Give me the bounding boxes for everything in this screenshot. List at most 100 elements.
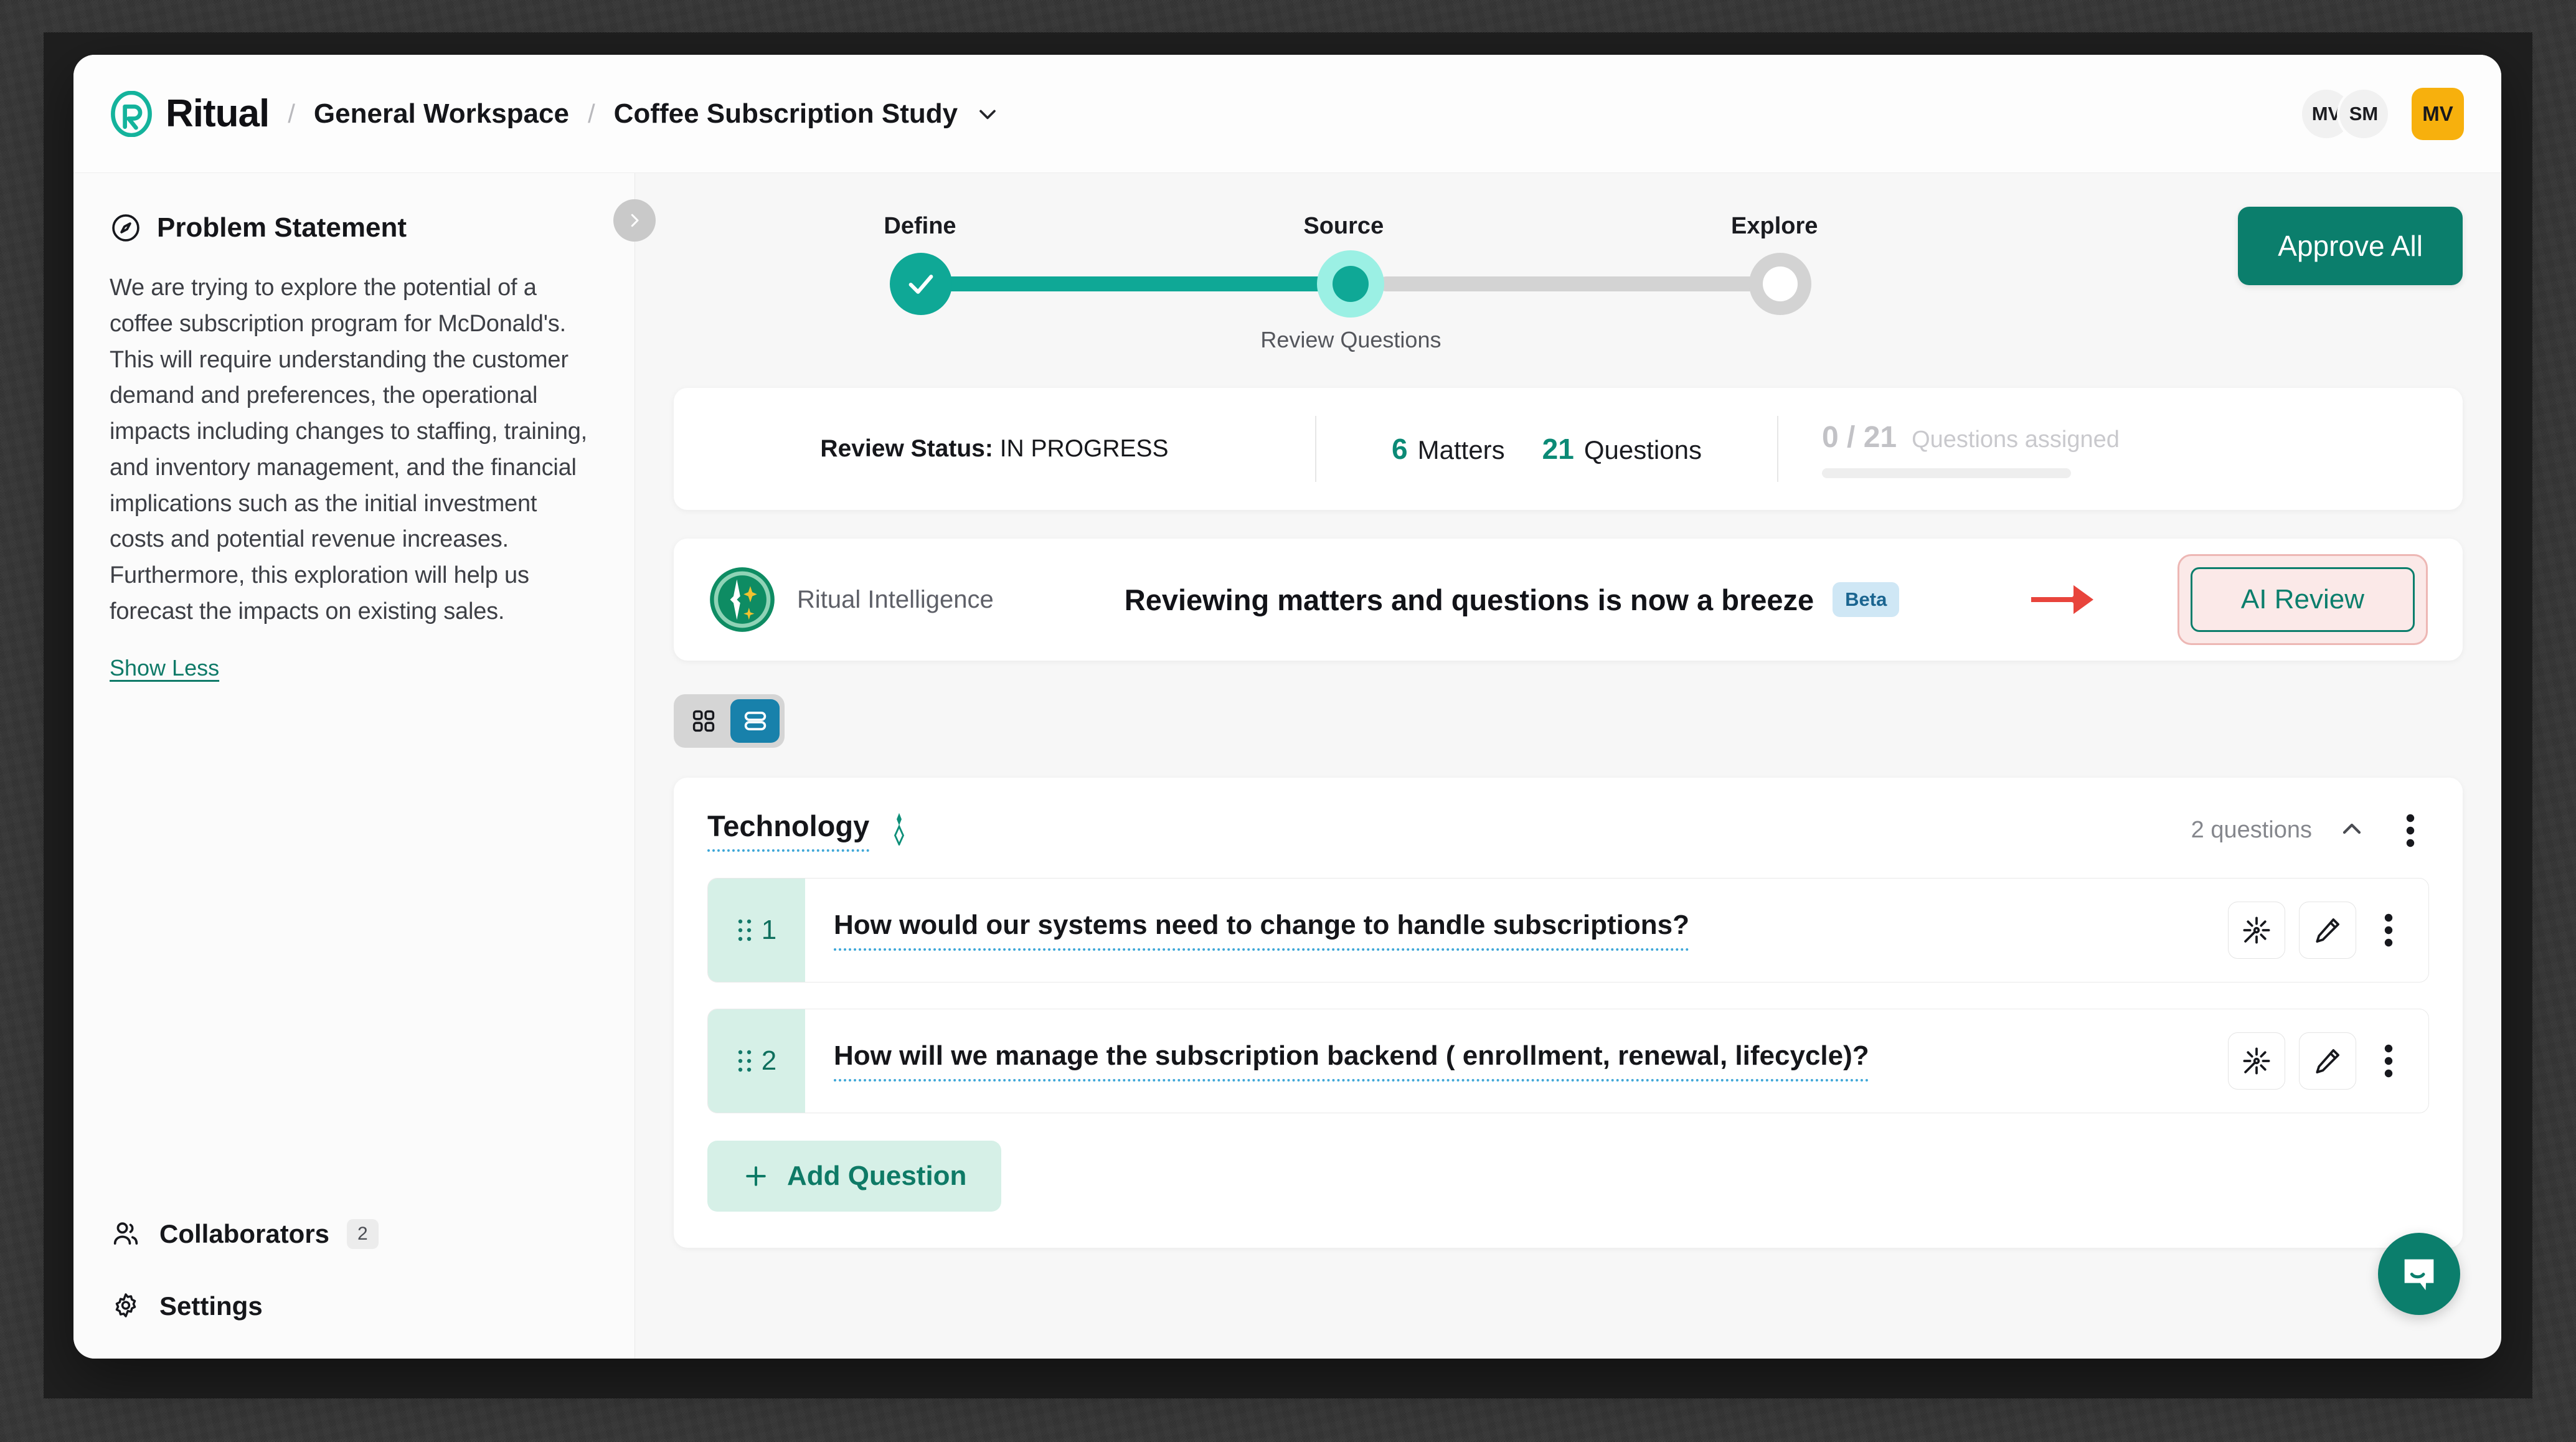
- top-navigation-bar: Ritual / General Workspace / Coffee Subs…: [73, 55, 2501, 173]
- sidebar-item-collaborators[interactable]: Collaborators 2: [110, 1218, 597, 1250]
- ai-generate-button[interactable]: [2228, 902, 2285, 959]
- ai-review-banner: Ritual Intelligence Reviewing matters an…: [674, 539, 2463, 661]
- chevron-up-icon: [2342, 823, 2361, 834]
- stepper-labels: Define Source Explore: [884, 213, 1818, 240]
- ai-headline: Reviewing matters and questions is now a…: [1124, 583, 1814, 616]
- stepper-track: [884, 250, 1818, 318]
- question-number: 1: [761, 915, 777, 945]
- check-icon: [909, 275, 933, 294]
- gear-icon: [115, 1293, 136, 1317]
- drag-handle-icon[interactable]: [737, 917, 753, 944]
- ai-generate-button[interactable]: [2228, 1032, 2285, 1090]
- question-text[interactable]: How would our systems need to change to …: [834, 910, 1689, 951]
- stepper-label-source[interactable]: Source: [1303, 213, 1384, 240]
- list-view-icon: [744, 712, 766, 730]
- table-row[interactable]: 1 How would our systems need to change t…: [707, 878, 2429, 983]
- question-number-cell: 2: [708, 1009, 805, 1113]
- sidebar-item-label: Collaborators: [159, 1219, 330, 1248]
- top-bar-right-group: MV SM MV: [2300, 87, 2464, 141]
- add-question-label: Add Question: [787, 1161, 967, 1191]
- ritual-logo-icon: [111, 90, 152, 137]
- matters-metric: 6 Matters: [1392, 432, 1505, 466]
- ai-review-button[interactable]: AI Review: [2190, 567, 2415, 632]
- compass-icon: [112, 214, 139, 242]
- progress-stepper: Define Source Explore Review Questions: [884, 207, 1818, 353]
- questions-panel-header: Technology 2 questions: [707, 809, 2429, 852]
- question-text-cell[interactable]: How would our systems need to change to …: [805, 879, 2228, 982]
- ai-review-highlight-box: AI Review: [2177, 554, 2428, 645]
- user-avatar[interactable]: MV: [2412, 87, 2464, 140]
- review-status-label: Review Status:: [820, 435, 993, 462]
- assigned-row: 0 / 21 Questions assigned: [1822, 420, 2120, 455]
- questions-label: Questions: [1583, 435, 1702, 464]
- problem-statement-text: We are trying to explore the potential o…: [110, 275, 588, 624]
- breadcrumb-separator-2: /: [587, 98, 595, 128]
- stepper-track-complete: [921, 276, 1329, 291]
- breadcrumb-workspace[interactable]: General Workspace: [314, 98, 569, 130]
- brand-logo-link[interactable]: Ritual: [108, 90, 270, 137]
- kebab-menu-icon: [2384, 1044, 2393, 1078]
- sparkle-icon: [894, 813, 905, 847]
- edit-question-button[interactable]: [2299, 902, 2356, 959]
- list-view-button[interactable]: [730, 699, 780, 743]
- stepper-node-source[interactable]: [1317, 250, 1385, 318]
- category-title[interactable]: Technology: [707, 809, 870, 852]
- sidebar-bottom-nav: Collaborators 2 Settings: [110, 1178, 597, 1359]
- questions-assigned-segment: 0 / 21 Questions assigned: [1778, 420, 2463, 478]
- questions-metric: 21 Questions: [1542, 432, 1702, 466]
- show-less-link[interactable]: Show Less: [110, 655, 219, 681]
- grid-view-button[interactable]: [679, 699, 728, 743]
- collaborator-avatar-stack[interactable]: MV SM: [2300, 87, 2390, 141]
- review-status-card: Review Status: IN PROGRESS 6 Matters 21 …: [674, 388, 2463, 510]
- sidebar-item-label: Settings: [159, 1291, 263, 1321]
- page-title: Problem Statement: [157, 212, 407, 243]
- assigned-count: 0 / 21: [1822, 420, 1897, 454]
- stepper-label-explore[interactable]: Explore: [1731, 213, 1818, 240]
- ritual-intelligence-icon: [710, 567, 775, 632]
- sidebar-item-settings[interactable]: Settings: [110, 1290, 597, 1322]
- stepper-row: Define Source Explore Review Questions A…: [674, 207, 2463, 353]
- assigned-label: Questions assigned: [1912, 426, 2120, 453]
- plus-icon: [746, 1166, 766, 1186]
- study-dropdown-button[interactable]: [974, 100, 1001, 128]
- app-body: Problem Statement We are trying to explo…: [73, 173, 2501, 1359]
- magic-wand-icon: [2243, 1047, 2270, 1075]
- stepper-label-define[interactable]: Define: [884, 213, 956, 240]
- drag-handle-icon[interactable]: [737, 1047, 753, 1075]
- question-menu-button[interactable]: [2370, 913, 2407, 948]
- question-text[interactable]: How will we manage the subscription back…: [834, 1040, 1869, 1082]
- stepper-node-explore[interactable]: [1749, 253, 1812, 315]
- category-ai-button[interactable]: [885, 812, 913, 849]
- stepper-track-incomplete: [1379, 276, 1781, 291]
- table-row[interactable]: 2 How will we manage the subscription ba…: [707, 1009, 2429, 1113]
- section-menu-button[interactable]: [2392, 813, 2429, 848]
- question-menu-button[interactable]: [2370, 1044, 2407, 1078]
- stepper-node-define[interactable]: [890, 253, 953, 315]
- avatar[interactable]: SM: [2337, 87, 2390, 141]
- kebab-menu-icon: [2384, 913, 2393, 947]
- review-status-value: IN PROGRESS: [999, 435, 1169, 462]
- question-text-cell[interactable]: How will we manage the subscription back…: [805, 1009, 2228, 1113]
- beta-badge: Beta: [1833, 582, 1900, 617]
- add-question-button[interactable]: Add Question: [707, 1141, 1002, 1212]
- review-status-segment: Review Status: IN PROGRESS: [674, 435, 1315, 463]
- edit-question-button[interactable]: [2299, 1032, 2356, 1090]
- questions-count: 21: [1542, 433, 1574, 465]
- assigned-progress-bar: [1822, 468, 2071, 478]
- review-status-text: Review Status: IN PROGRESS: [820, 435, 1168, 463]
- kebab-menu-icon: [2406, 814, 2415, 847]
- collapse-section-button[interactable]: [2337, 814, 2367, 847]
- approve-all-button[interactable]: Approve All: [2238, 207, 2463, 285]
- question-row-actions: [2228, 1009, 2428, 1113]
- app-window: Ritual / General Workspace / Coffee Subs…: [73, 55, 2501, 1359]
- pencil-icon: [2316, 918, 2339, 943]
- sidebar-collapse-button[interactable]: [613, 199, 656, 242]
- questions-panel-header-actions: 2 questions: [2191, 813, 2429, 848]
- intercom-chat-launcher[interactable]: [2378, 1233, 2460, 1315]
- users-icon: [113, 1222, 138, 1245]
- breadcrumb-study[interactable]: Coffee Subscription Study: [614, 98, 958, 130]
- main-content: Define Source Explore Review Questions A…: [635, 173, 2501, 1359]
- matters-count: 6: [1392, 433, 1408, 465]
- questions-panel: Technology 2 questions 1 How would our s…: [674, 778, 2463, 1248]
- annotation-arrow-icon: [2027, 580, 2098, 620]
